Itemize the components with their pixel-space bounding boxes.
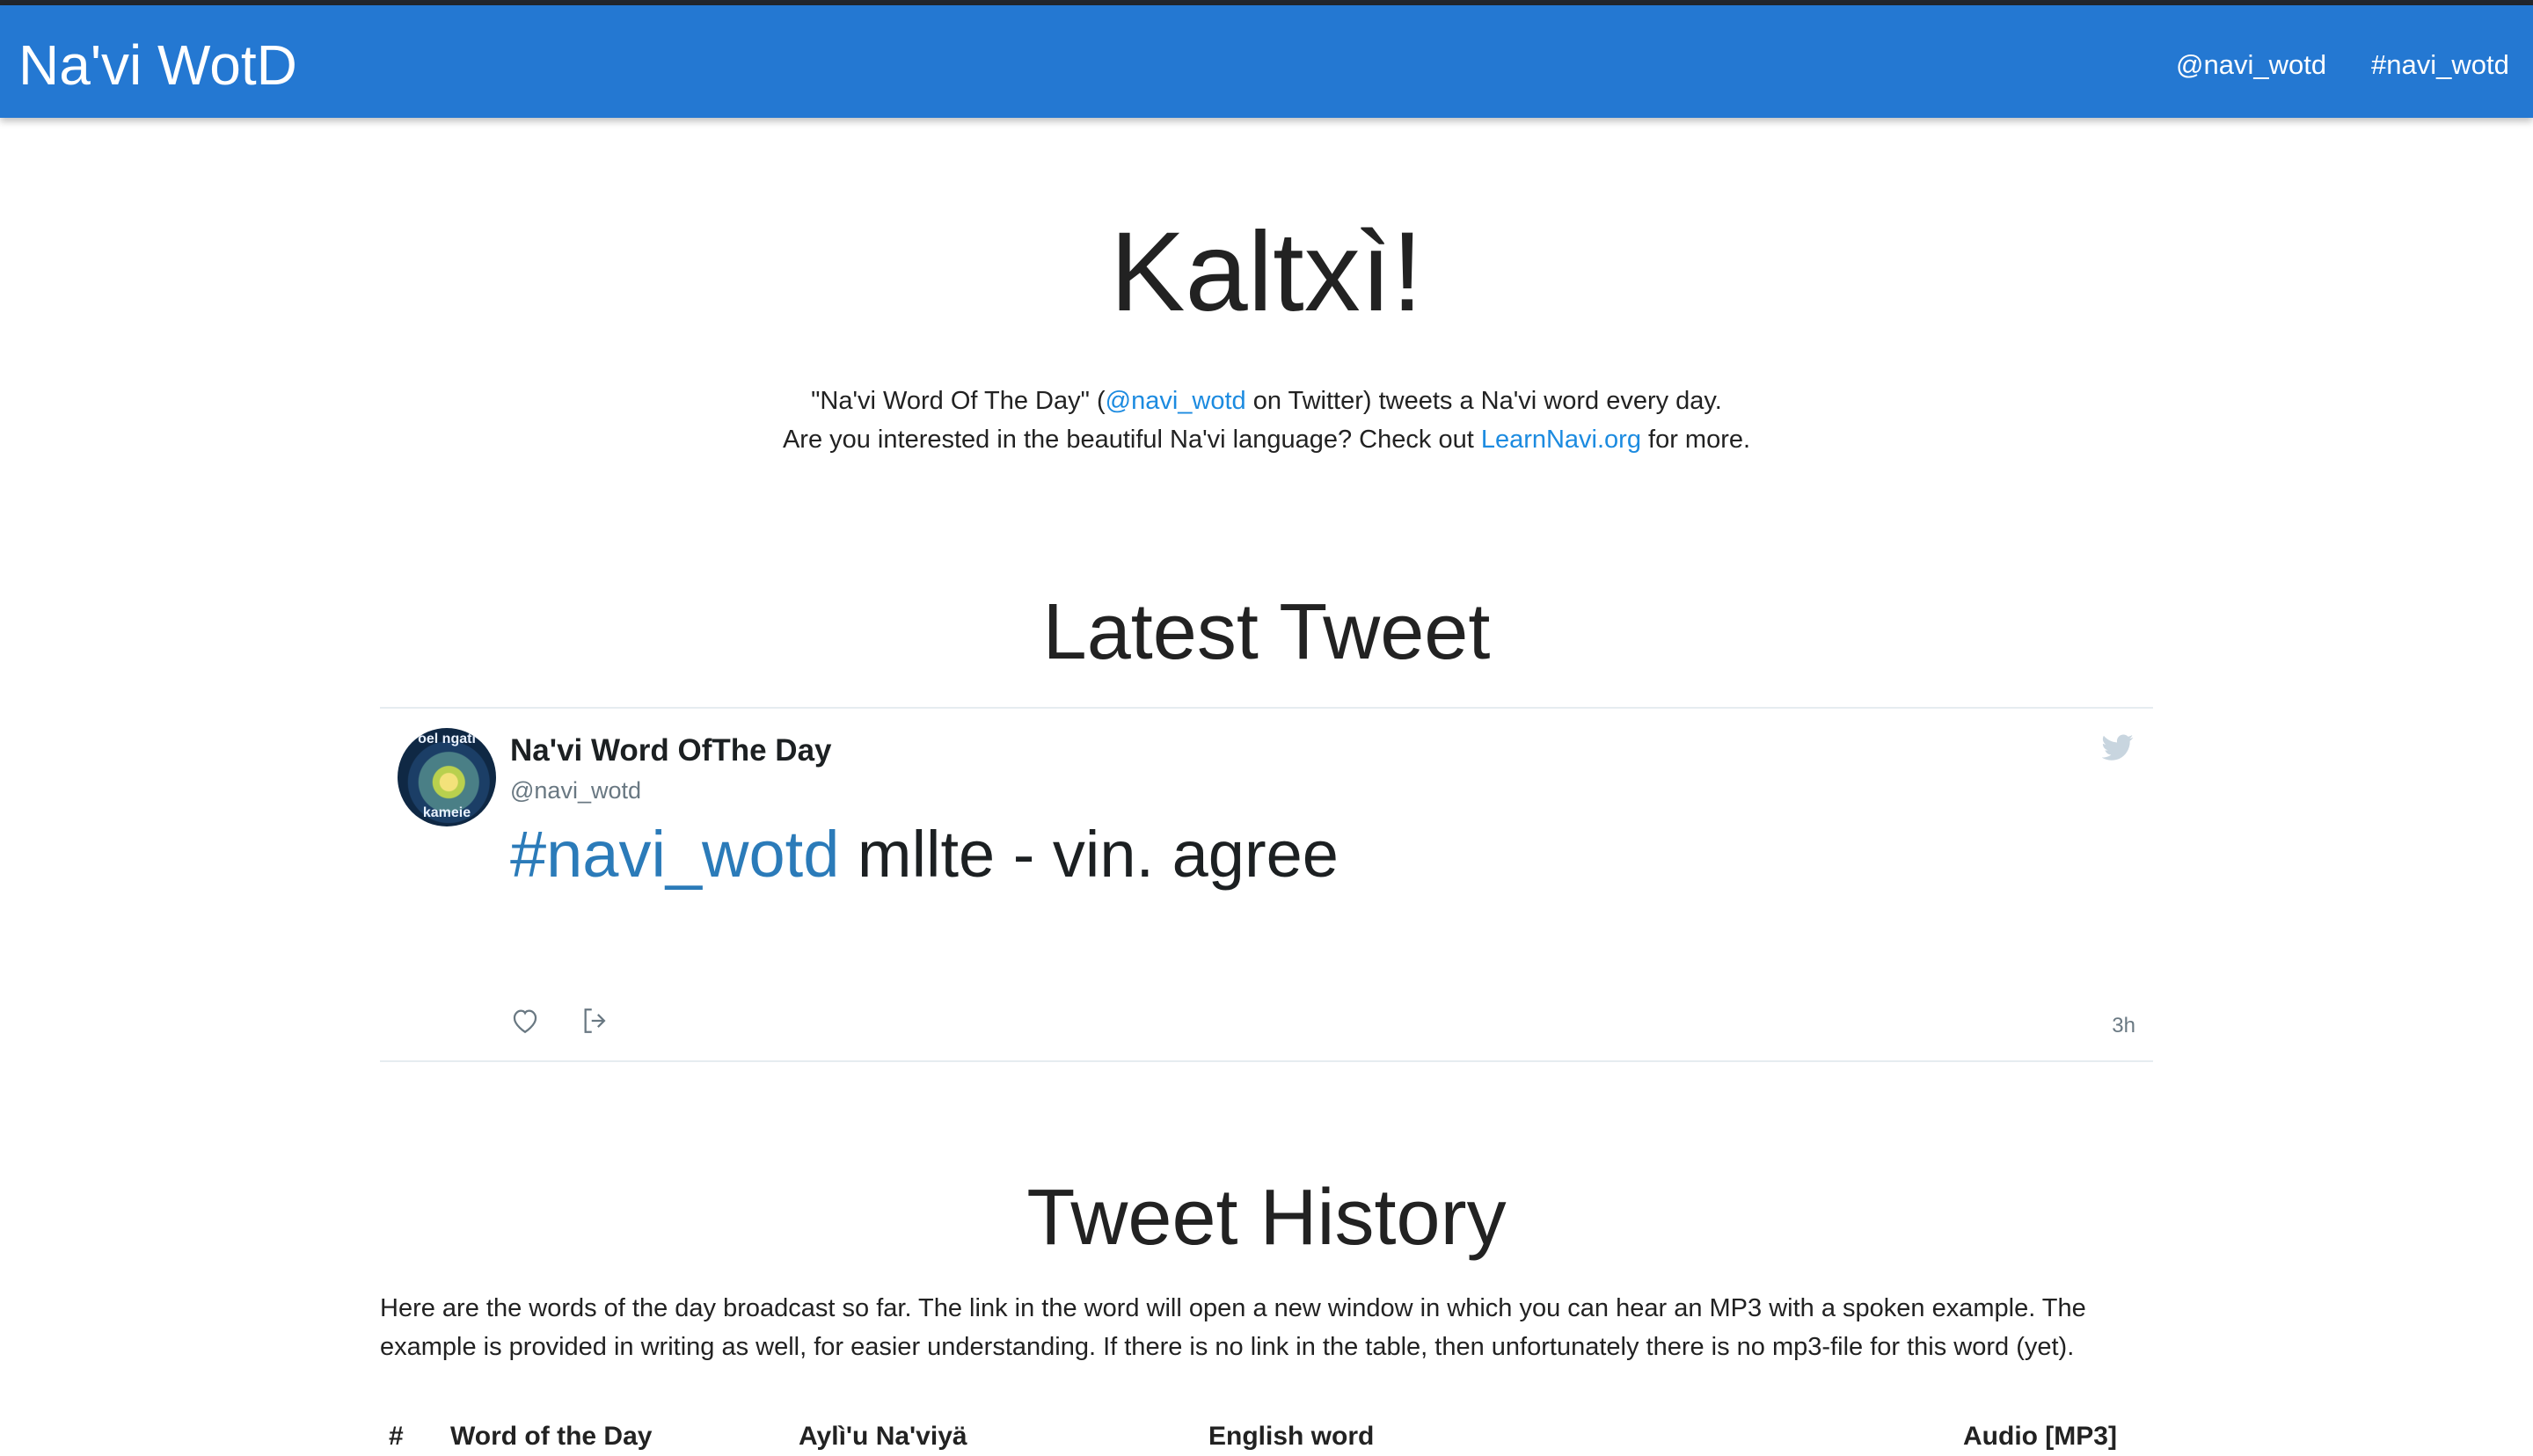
tweet-author-name[interactable]: Na'vi Word OfThe Day (510, 732, 832, 770)
nav-link-handle[interactable]: @navi_wotd (2176, 44, 2326, 86)
nav-link-hashtag[interactable]: #navi_wotd (2371, 44, 2509, 86)
intro-line-1-post: on Twitter) tweets a Na'vi word every da… (1245, 387, 1722, 415)
intro-line-1-pre: "Na'vi Word Of The Day" ( (811, 387, 1106, 415)
twitter-bird-icon[interactable] (2102, 732, 2134, 763)
brand-link[interactable]: Na'vi WotD (18, 30, 297, 100)
tweet-text: #navi_wotd mllte - vin. agree (510, 812, 1339, 897)
column-header-english: English word (1208, 1422, 1375, 1451)
column-header-audio: Audio [MP3] (1963, 1422, 2117, 1451)
latest-tweet-title: Latest Tweet (1042, 588, 1491, 676)
twitter-handle-link[interactable]: @navi_wotd (1106, 387, 1246, 415)
tweet-author-handle[interactable]: @navi_wotd (510, 775, 641, 805)
avatar-text-bottom: kameie (422, 805, 471, 820)
navbar: Na'vi WotD @navi_wotd #navi_wotd (0, 5, 2533, 118)
history-table-header: # Word of the Day Aylì'u Na'viyä English… (380, 1417, 2153, 1451)
learnnavi-link[interactable]: LearnNavi.org (1481, 426, 1641, 454)
tweet-card: oel ngati kameie Na'vi Word OfThe Day @n… (380, 707, 2153, 1062)
tweet-timestamp[interactable]: 3h (2112, 1013, 2135, 1039)
column-header-navi: Aylì'u Na'viyä (799, 1422, 967, 1451)
intro-line-2-pre: Are you interested in the beautiful Na'v… (782, 426, 1481, 454)
avatar-text-top: oel ngati (418, 732, 476, 746)
intro-text: "Na'vi Word Of The Day" (@navi_wotd on T… (0, 382, 2533, 459)
column-header-number: # (389, 1422, 404, 1451)
tweet-history-title: Tweet History (1026, 1174, 1507, 1262)
intro-line-1: "Na'vi Word Of The Day" (@navi_wotd on T… (0, 382, 2533, 420)
column-header-word: Word of the Day (450, 1422, 653, 1451)
intro-line-2: Are you interested in the beautiful Na'v… (0, 420, 2533, 459)
history-description: Here are the words of the day broadcast … (380, 1294, 2086, 1361)
intro-line-2-post: for more. (1640, 426, 1751, 454)
tweet-hashtag-link[interactable]: #navi_wotd (510, 818, 839, 891)
tweet-body: mllte - vin. agree (839, 818, 1339, 891)
hero-title: Kaltxì! (1110, 209, 1423, 335)
heart-icon[interactable] (510, 1006, 540, 1036)
share-icon[interactable] (580, 1006, 610, 1036)
avatar[interactable]: oel ngati kameie (398, 728, 496, 826)
